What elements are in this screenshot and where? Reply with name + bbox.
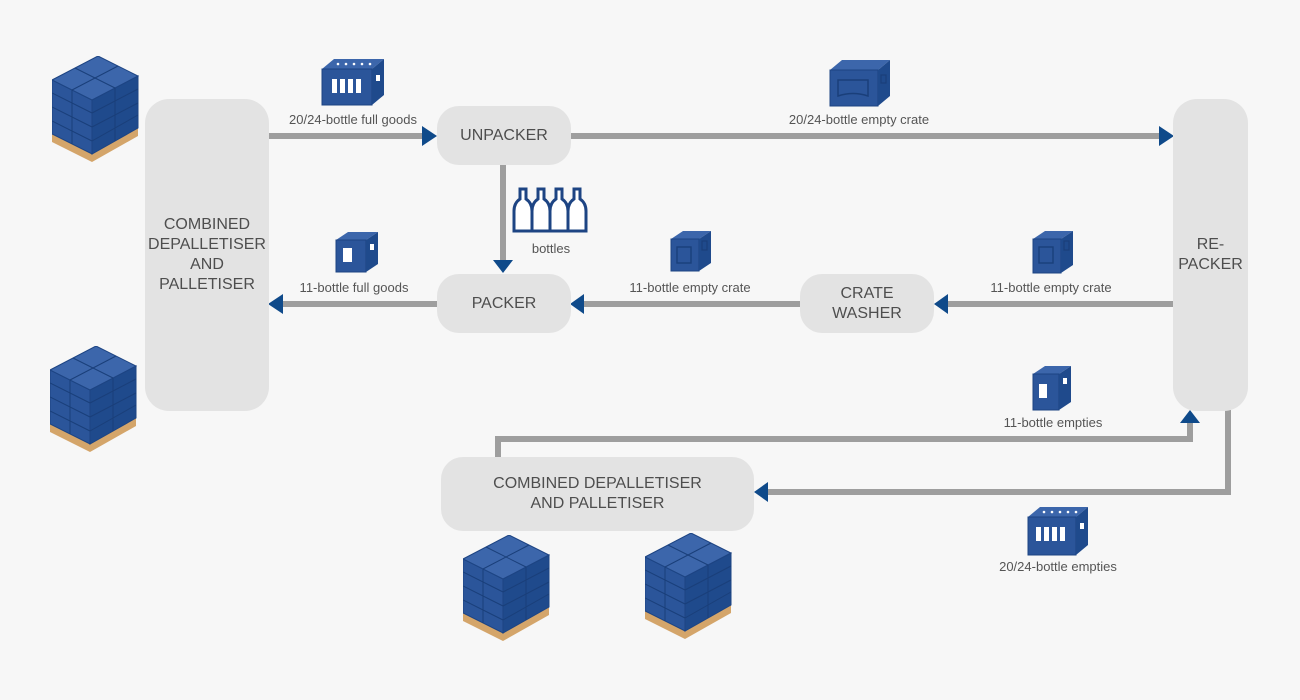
node-repacker: RE- PACKER: [1173, 99, 1248, 411]
label-full-goods-11: 11-bottle full goods: [299, 280, 409, 295]
arrow-left-icon: [268, 294, 283, 314]
crate-20-24-full-icon: [321, 59, 384, 106]
crate-20-24-empties-icon: [1027, 507, 1088, 556]
label-full-goods-20-24: 20/24-bottle full goods: [289, 112, 417, 127]
label-bottles: bottles: [531, 241, 571, 256]
label-empties-11: 11-bottle empties: [1003, 415, 1103, 430]
label-empties-20-24: 20/24-bottle empties: [999, 559, 1117, 574]
pallet-11-empties-icon: [463, 535, 550, 642]
label-empty-crate-11-packer: 11-bottle empty crate: [629, 280, 751, 295]
pallet-11-full-goods-icon: [50, 346, 137, 453]
node-packer: PACKER: [437, 274, 571, 333]
arrow-right-icon: [422, 126, 437, 146]
crate-20-24-empty-icon: [829, 60, 890, 107]
arrow-down-icon: [493, 260, 513, 273]
bottles-icon: [512, 187, 588, 233]
crate-11-full-icon: [335, 232, 378, 273]
crate-11-empty-icon: [670, 231, 711, 272]
label-empty-crate-20-24: 20/24-bottle empty crate: [788, 112, 930, 127]
node-combined-depalletiser-bottom: COMBINED DEPALLETISER AND PALLETISER: [441, 457, 754, 531]
node-unpacker: UNPACKER: [437, 106, 571, 165]
crate-11-empty-icon: [1032, 231, 1073, 274]
arrow-right-icon: [1159, 126, 1174, 146]
node-crate-washer: CRATE WASHER: [800, 274, 934, 333]
line-empties-20-24: [768, 410, 1231, 495]
pallet-20-24-empties-icon: [645, 533, 732, 640]
label-empty-crate-11-washer: 11-bottle empty crate: [990, 280, 1112, 295]
pallet-20-24-full-goods-icon: [52, 56, 139, 163]
arrow-left-icon: [570, 294, 584, 314]
arrow-left-icon: [934, 294, 948, 314]
arrow-left-icon: [754, 482, 768, 502]
crate-11-empties-icon: [1032, 366, 1071, 411]
arrow-up-icon: [1180, 410, 1200, 423]
node-combined-depalletiser-left: COMBINED DEPALLETISER AND PALLETISER: [145, 99, 269, 411]
